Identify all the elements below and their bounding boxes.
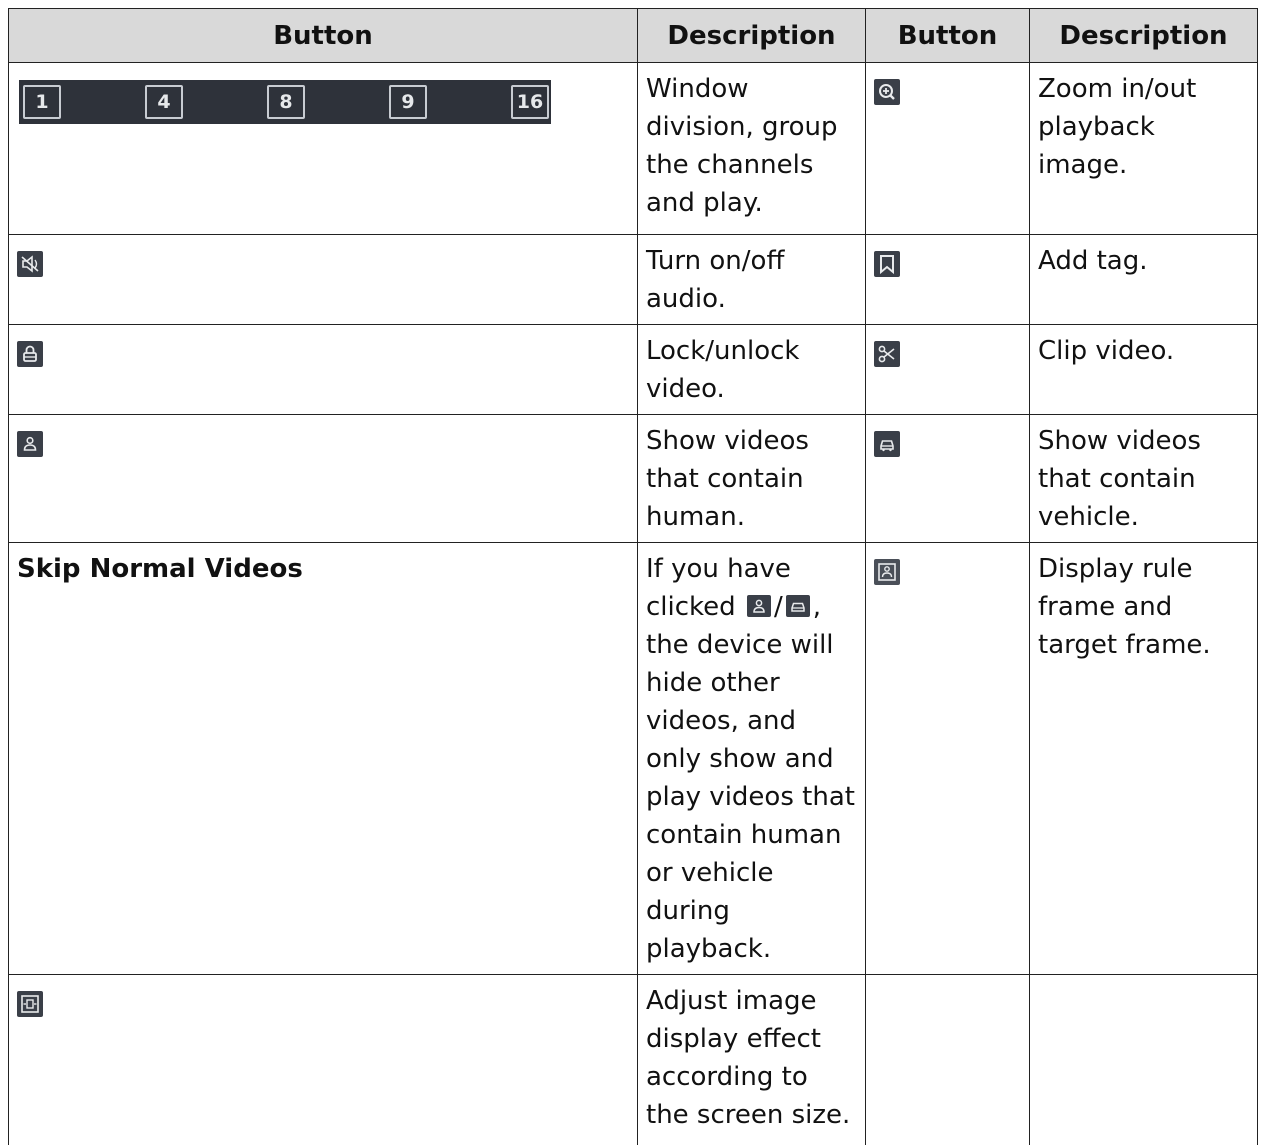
division-9-button: 9 xyxy=(389,85,427,119)
rule-frame-icon xyxy=(874,558,900,585)
header-button-1: Button xyxy=(8,8,638,63)
button-description-table: Button Description Button Description 1 … xyxy=(8,8,1258,1145)
icon-cell xyxy=(865,414,1030,543)
icon-cell xyxy=(865,234,1030,325)
icon-cell xyxy=(865,542,1030,975)
table-row: Lock/unlock video. Clip video. xyxy=(8,324,1258,415)
division-4-button: 4 xyxy=(145,85,183,119)
icon-cell xyxy=(8,414,638,543)
row-description: Zoom in/out playback image. xyxy=(1029,62,1258,235)
human-filter-icon xyxy=(17,430,43,457)
row-description: Adjust image display effect according to… xyxy=(637,974,866,1145)
header-button-2: Button xyxy=(865,8,1030,63)
audio-mute-icon xyxy=(17,250,43,277)
table-header-row: Button Description Button Description xyxy=(8,8,1258,63)
row-description: Window division, group the channels and … xyxy=(637,62,866,235)
row-description: Lock/unlock video. xyxy=(637,324,866,415)
header-description-1: Description xyxy=(637,8,866,63)
desc-separator: / xyxy=(773,592,783,622)
row-description: Add tag. xyxy=(1029,234,1258,325)
icon-cell xyxy=(8,974,638,1145)
skip-normal-videos-label: Skip Normal Videos xyxy=(17,554,303,584)
row-description: Turn on/off audio. xyxy=(637,234,866,325)
table-row: Turn on/off audio. Add tag. xyxy=(8,234,1258,325)
fit-screen-icon xyxy=(17,990,43,1017)
scissors-clip-icon xyxy=(874,340,900,367)
icon-cell xyxy=(865,324,1030,415)
desc-text-post: , the device will hide other videos, and… xyxy=(646,592,855,964)
human-filter-icon xyxy=(746,594,771,617)
skip-normal-videos-cell: Skip Normal Videos xyxy=(8,542,638,975)
row-description: Clip video. xyxy=(1029,324,1258,415)
row-description: Show videos that contain human. xyxy=(637,414,866,543)
row-description: Show videos that contain vehicle. xyxy=(1029,414,1258,543)
empty-cell xyxy=(865,974,1030,1145)
window-division-cell: 1 4 8 9 16 xyxy=(8,62,638,235)
bookmark-tag-icon xyxy=(874,250,900,277)
header-description-2: Description xyxy=(1029,8,1258,63)
lock-icon xyxy=(17,340,43,367)
table-row: Skip Normal Videos If you have clicked /… xyxy=(8,542,1258,975)
row-description: If you have clicked /, the device will h… xyxy=(637,542,866,975)
division-1-button: 1 xyxy=(23,85,61,119)
division-8-button: 8 xyxy=(267,85,305,119)
empty-cell xyxy=(1029,974,1258,1145)
window-division-bar: 1 4 8 9 16 xyxy=(19,80,551,124)
table-row: Show videos that contain human. Show vid… xyxy=(8,414,1258,543)
icon-cell xyxy=(8,324,638,415)
table-row: 1 4 8 9 16 Window division, group the ch… xyxy=(8,62,1258,235)
vehicle-filter-icon xyxy=(874,430,900,457)
division-16-button: 16 xyxy=(511,85,549,119)
vehicle-filter-icon xyxy=(785,594,810,617)
zoom-in-icon xyxy=(874,78,900,105)
icon-cell xyxy=(8,234,638,325)
row-description: Display rule frame and target frame. xyxy=(1029,542,1258,975)
table-row: Adjust image display effect according to… xyxy=(8,974,1258,1145)
icon-cell xyxy=(865,62,1030,235)
